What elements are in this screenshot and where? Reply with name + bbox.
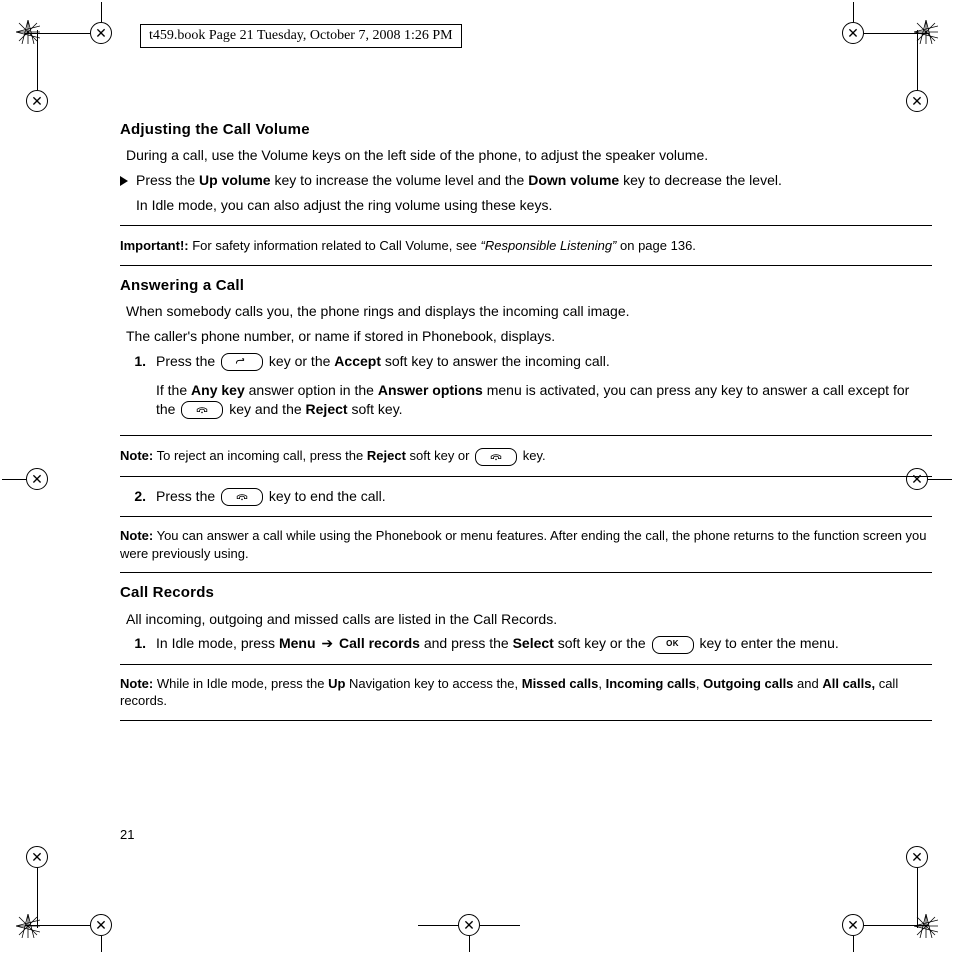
numbered-step: 2. Press the key to end the call. [120,487,932,506]
manual-page: ✕ ✕ ✕ ✕ ✕ ✕ ✕ ✕ ✕ ✕ ✕ t459.book Page 21 … [0,0,954,954]
crop-star-icon [914,914,938,938]
register-mark-icon: ✕ [842,914,864,936]
body-text: The caller's phone number, or name if st… [126,327,932,346]
send-key-icon [221,353,263,371]
body-text: All incoming, outgoing and missed calls … [126,610,932,629]
ok-key-icon: OK [652,636,694,654]
end-key-icon [475,448,517,466]
register-mark-icon: ✕ [90,914,112,936]
page-body: Adjusting the Call Volume During a call,… [120,110,932,854]
register-mark-icon: ✕ [458,914,480,936]
heading-adjusting-call-volume: Adjusting the Call Volume [120,120,932,140]
page-header-text: t459.book Page 21 Tuesday, October 7, 20… [149,27,453,46]
divider [120,572,932,573]
numbered-step: 1. In Idle mode, press Menu ➔ Call recor… [120,634,932,653]
step-number: 1. [120,634,146,653]
heading-call-records: Call Records [120,583,932,603]
note: Note: You can answer a call while using … [120,527,932,562]
divider [120,265,932,266]
divider [120,476,932,477]
divider [120,516,932,517]
register-mark-icon: ✕ [842,22,864,44]
step-number: 2. [120,487,146,506]
page-header: t459.book Page 21 Tuesday, October 7, 20… [140,24,462,48]
body-text: During a call, use the Volume keys on th… [126,146,932,165]
bullet-text: Press the Up volume key to increase the … [136,171,782,215]
register-mark-icon: ✕ [906,90,928,112]
register-mark-icon: ✕ [26,90,48,112]
note: Note: While in Idle mode, press the Up N… [120,675,932,710]
register-mark-icon: ✕ [90,22,112,44]
heading-answering-call: Answering a Call [120,276,932,296]
end-key-icon [181,401,223,419]
register-mark-icon: ✕ [26,846,48,868]
important-note: Important!: For safety information relat… [120,236,932,255]
numbered-step: 1. Press the key or the Accept soft key … [120,352,932,425]
divider [120,664,932,665]
divider [120,720,932,721]
step-number: 1. [120,352,146,371]
register-mark-icon: ✕ [26,468,48,490]
end-key-icon [221,488,263,506]
bullet-item: Press the Up volume key to increase the … [120,171,932,215]
divider [120,225,932,226]
note: Note: To reject an incoming call, press … [120,446,932,466]
arrow-right-icon: ➔ [318,635,338,651]
step-body: In Idle mode, press Menu ➔ Call records … [156,634,932,653]
body-text: In Idle mode, you can also adjust the ri… [136,196,782,215]
step-body: Press the key or the Accept soft key to … [156,352,932,425]
step-body: Press the key to end the call. [156,487,932,506]
page-number: 21 [120,826,134,844]
triangle-bullet-icon [120,176,128,186]
divider [120,435,932,436]
body-text: When somebody calls you, the phone rings… [126,302,932,321]
